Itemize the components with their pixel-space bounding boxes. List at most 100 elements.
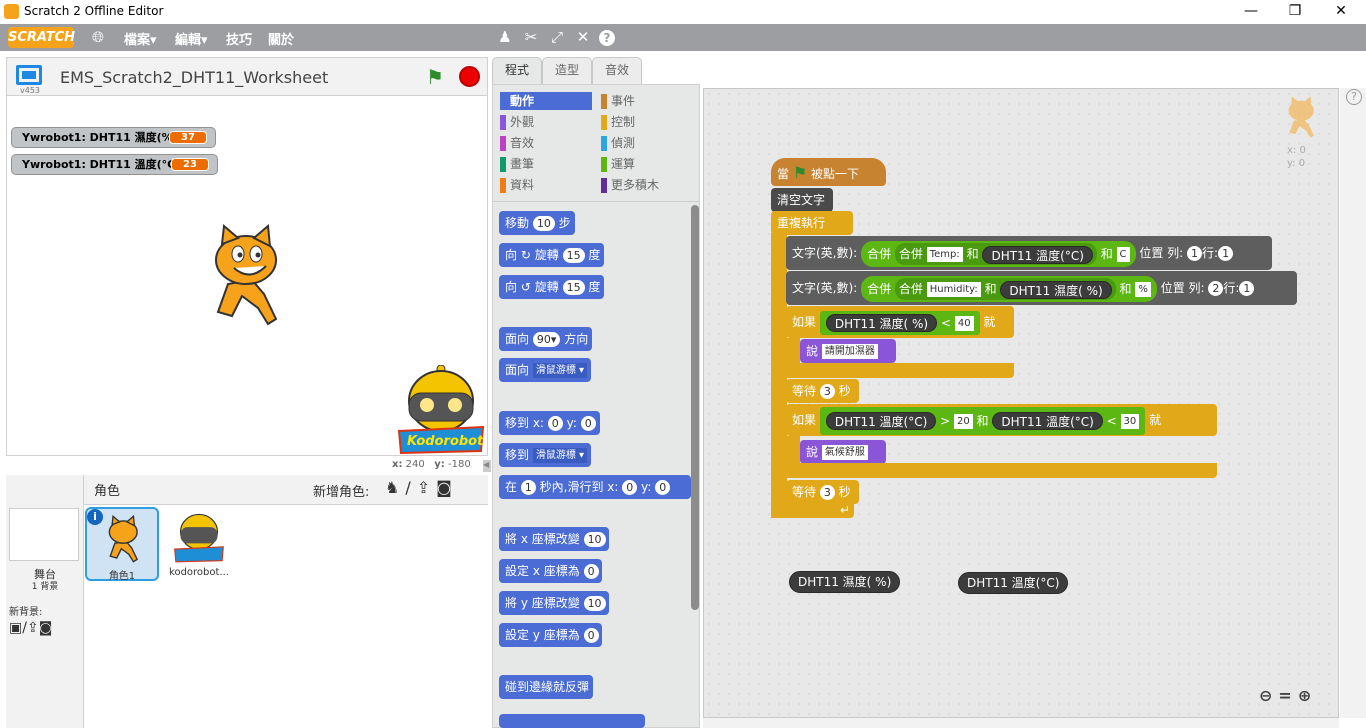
category-motion[interactable]: 動作 bbox=[500, 92, 592, 110]
category-looks[interactable]: 外觀 bbox=[500, 113, 592, 131]
stop-icon[interactable] bbox=[459, 66, 480, 87]
category-sound[interactable]: 音效 bbox=[500, 134, 592, 152]
duplicate-icon[interactable]: ♟ bbox=[495, 28, 515, 46]
palette-scrollbar[interactable] bbox=[691, 205, 699, 610]
category-pen[interactable]: 畫筆 bbox=[500, 155, 592, 173]
zoom-in-icon[interactable]: ⊕ bbox=[1298, 686, 1317, 705]
shrink-icon[interactable]: ✕ bbox=[573, 28, 593, 46]
category-list-left: 動作 外觀 音效 畫筆 資料 bbox=[500, 92, 592, 194]
zoom-reset-icon[interactable]: = bbox=[1278, 686, 1297, 705]
block-set-x[interactable]: 設定 x 座標為 0 bbox=[499, 559, 603, 583]
zoom-controls: ⊖=⊕ bbox=[1259, 686, 1317, 705]
app-icon bbox=[4, 4, 19, 19]
window-title: Scratch 2 Offline Editor bbox=[24, 4, 164, 18]
green-flag-icon[interactable]: ⚑ bbox=[426, 65, 444, 89]
tab-sounds[interactable]: 音效 bbox=[592, 57, 642, 84]
reporter-humidity[interactable]: DHT11 濕度( %) bbox=[789, 571, 901, 593]
green-flag-icon: ⚑ bbox=[792, 163, 808, 182]
new-backdrop-label: 新背景: bbox=[9, 607, 43, 618]
help-icon[interactable]: ? bbox=[599, 30, 615, 46]
title-bar bbox=[0, 0, 1366, 24]
backdrop-library-icon[interactable]: ▣ bbox=[9, 620, 22, 636]
small-stage-toggle[interactable]: ◀ bbox=[483, 460, 491, 472]
upload-sprite-icon[interactable]: ⇪ bbox=[417, 478, 436, 497]
grow-icon[interactable]: ⤢ bbox=[547, 28, 567, 46]
menu-edit[interactable]: 編輯▾ bbox=[175, 29, 208, 48]
category-more-blocks[interactable]: 更多積木 bbox=[601, 176, 693, 194]
category-operators[interactable]: 運算 bbox=[601, 155, 693, 173]
kodorobot-logo-text: Kodorobot bbox=[407, 434, 484, 449]
block-if-humidity[interactable]: 如果 DHT11 濕度( %) < 40 就 bbox=[786, 306, 1014, 338]
new-sprite-label: 新增角色: bbox=[313, 485, 370, 500]
new-sprite-tools: ♞/⇪◙ bbox=[385, 478, 458, 497]
block-change-x[interactable]: 將 x 座標改變 10 bbox=[499, 527, 610, 551]
zoom-out-icon[interactable]: ⊖ bbox=[1259, 686, 1278, 705]
block-wait-1[interactable]: 等待 3 秒 bbox=[786, 379, 859, 403]
scratch-logo[interactable]: SCRATCH bbox=[8, 27, 75, 48]
block-change-y[interactable]: 將 y 座標改變 10 bbox=[499, 591, 610, 615]
block-if-temperature[interactable]: 如果 DHT11 溫度(°C) > 20 和 DHT11 溫度(°C) < 30… bbox=[786, 404, 1217, 436]
menu-file[interactable]: 檔案▾ bbox=[124, 29, 157, 48]
block-point-towards[interactable]: 面向 滑鼠游標 ▾ bbox=[499, 358, 591, 382]
block-lcd-text-1[interactable]: 文字(英,數): 合併 合併 Temp: 和 DHT11 溫度(°C) 和 C … bbox=[786, 236, 1272, 270]
sprite-name: 角色1 bbox=[108, 571, 136, 582]
cat-sprite[interactable] bbox=[198, 223, 293, 326]
camera-icon[interactable]: ◙ bbox=[39, 620, 53, 636]
reporter-temperature[interactable]: DHT11 溫度(°C) bbox=[958, 572, 1069, 594]
minimize-button[interactable]: — bbox=[1228, 0, 1274, 24]
monitor-value: 37 bbox=[169, 131, 207, 144]
category-data[interactable]: 資料 bbox=[500, 176, 592, 194]
block-goto-xy[interactable]: 移到 x: 0 y: 0 bbox=[499, 411, 600, 435]
menu-tips[interactable]: 技巧 bbox=[226, 29, 252, 48]
menu-about[interactable]: 關於 bbox=[268, 29, 294, 48]
block-bounce[interactable]: 碰到邊緣就反彈 bbox=[499, 675, 593, 699]
block-turn-left[interactable]: 向 ↺ 旋轉 15 度 bbox=[499, 275, 605, 299]
sprite-tile-cat[interactable]: i 角色1 bbox=[85, 507, 159, 582]
delete-icon[interactable]: ✂ bbox=[521, 28, 541, 46]
block-turn-right[interactable]: 向 ↻ 旋轉 15 度 bbox=[499, 243, 605, 267]
kodorobot-sprite[interactable]: Kodorobot bbox=[397, 364, 485, 455]
current-sprite-thumbnail bbox=[1281, 94, 1321, 144]
monitor-value: 23 bbox=[171, 158, 209, 171]
project-title[interactable]: EMS_Scratch2_DHT11_Worksheet bbox=[60, 68, 328, 87]
block-set-y[interactable]: 設定 y 座標為 0 bbox=[499, 623, 603, 647]
block-say-humidifier[interactable]: 說 請開加濕器 bbox=[800, 339, 896, 363]
paint-sprite-icon[interactable]: / bbox=[405, 478, 416, 497]
turn-left-icon: ↺ bbox=[520, 280, 531, 294]
backdrop-tools: ▣/⇪◙ bbox=[9, 620, 52, 636]
block-forever[interactable]: 重複執行 bbox=[771, 211, 853, 235]
tab-scripts[interactable]: 程式 bbox=[492, 57, 542, 84]
block-goto[interactable]: 移到 滑鼠游標 ▾ bbox=[499, 443, 591, 467]
block-move[interactable]: 移動 10 步 bbox=[499, 211, 575, 235]
close-button[interactable]: ✕ bbox=[1318, 0, 1364, 24]
tab-costumes[interactable]: 造型 bbox=[542, 57, 592, 84]
block-glide[interactable]: 在 1 秒內,滑行到 x: 0 y: 0 bbox=[499, 475, 691, 499]
block-lcd-text-2[interactable]: 文字(英,數): 合併 合併 Humidity: 和 DHT11 濕度( %) … bbox=[786, 271, 1297, 305]
sprite-library-icon[interactable]: ♞ bbox=[385, 478, 405, 497]
category-sensing[interactable]: 偵測 bbox=[601, 134, 693, 152]
fullscreen-icon[interactable] bbox=[16, 65, 42, 85]
block-partial[interactable] bbox=[499, 714, 645, 728]
language-globe-icon[interactable]: 🌐︎ bbox=[92, 28, 104, 46]
block-wait-2[interactable]: 等待 3 秒 bbox=[786, 480, 859, 504]
sprite-y: y: 0 bbox=[1287, 158, 1306, 169]
turn-right-icon: ↻ bbox=[520, 248, 531, 262]
monitor-humidity[interactable]: Ywrobot1: DHT11 濕度(%) 37 bbox=[11, 127, 216, 148]
maximize-button[interactable]: ❐ bbox=[1272, 0, 1318, 24]
stage-coordinates: x: 240 y: -180 bbox=[392, 459, 471, 470]
backdrop-count: 1 背景 bbox=[31, 582, 59, 592]
version-label: v453 bbox=[20, 86, 41, 95]
stage-thumbnail[interactable] bbox=[9, 508, 79, 561]
monitor-temperature[interactable]: Ywrobot1: DHT11 溫度(°C) 23 bbox=[11, 154, 218, 175]
category-events[interactable]: 事件 bbox=[601, 92, 693, 110]
upload-icon[interactable]: ⇪ bbox=[27, 620, 39, 636]
sprite-tile-kodorobot[interactable]: kodorobot... bbox=[163, 507, 235, 581]
block-clear-text[interactable]: 清空文字 bbox=[771, 188, 833, 212]
block-point-direction[interactable]: 面向 90▾ 方向 bbox=[499, 327, 593, 351]
block-say-comfortable[interactable]: 說 氣候舒服 bbox=[800, 440, 886, 464]
help-sidebar-icon[interactable]: ? bbox=[1346, 89, 1362, 105]
category-control[interactable]: 控制 bbox=[601, 113, 693, 131]
block-when-flag-clicked[interactable]: 當 ⚑ 被點一下 bbox=[771, 158, 886, 186]
sprite-x: x: 0 bbox=[1287, 145, 1306, 156]
camera-sprite-icon[interactable]: ◙ bbox=[436, 478, 458, 497]
